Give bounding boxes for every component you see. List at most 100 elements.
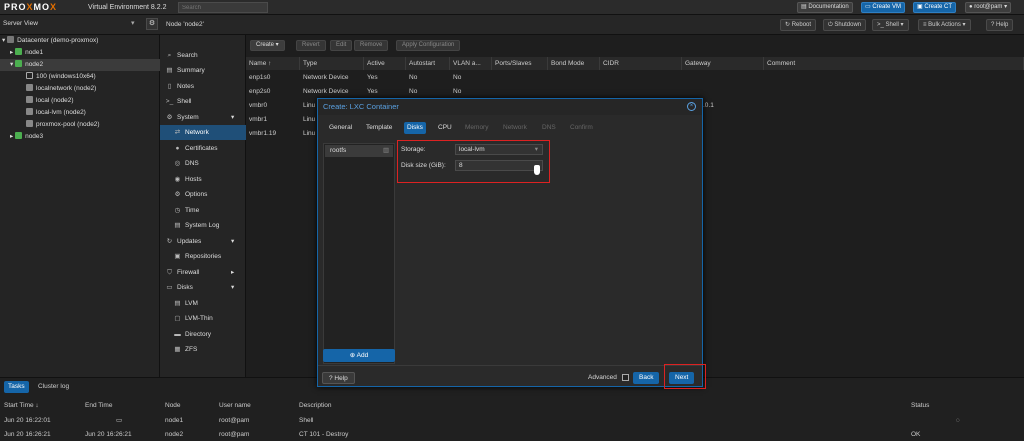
tab-cpu[interactable]: CPU <box>435 122 455 134</box>
apply-configuration-button[interactable]: Apply Configuration <box>396 40 461 51</box>
nav-item-time[interactable]: ◷ Time <box>160 203 246 218</box>
tree-item-local-lvm[interactable]: local-lvm (node2) <box>0 107 160 119</box>
nav-item-summary[interactable]: ▤ Summary <box>160 63 246 78</box>
user-menu-button[interactable]: ● root@pam ▾ <box>965 2 1012 13</box>
page-title: Node 'node2' <box>166 21 204 28</box>
highlight-box <box>664 364 706 389</box>
tree-item-localnetwork[interactable]: localnetwork (node2) <box>0 83 160 95</box>
nav-item-directory[interactable]: ▬ Directory <box>160 327 246 342</box>
repository-icon: ▣ <box>174 253 181 260</box>
documentation-button[interactable]: ▤ Documentation <box>797 2 853 13</box>
log-icon: ▤ <box>174 222 181 229</box>
tab-tasks[interactable]: Tasks <box>4 381 29 393</box>
tab-dns[interactable]: DNS <box>539 122 559 134</box>
nav-item-options[interactable]: ⚙ Options <box>160 187 246 202</box>
column-header[interactable]: VLAN a... <box>450 57 492 70</box>
dialog-title: Create: LXC Container <box>318 99 702 115</box>
nav-item-updates[interactable]: ↻ Updates ▾ <box>160 234 246 249</box>
help-button[interactable]: ? Help <box>322 372 355 384</box>
column-header[interactable]: Status <box>911 399 929 412</box>
chevron-down-icon: ▾ <box>960 22 966 28</box>
storage-select[interactable]: local-lvm ▾ <box>455 144 543 155</box>
nav-item-lvm[interactable]: ▤ LVM <box>160 296 246 311</box>
nav-item-dns[interactable]: ◎ DNS <box>160 156 246 171</box>
column-header[interactable]: Description <box>299 399 332 412</box>
gear-icon[interactable]: ⚙ <box>146 18 158 30</box>
column-header[interactable]: Autostart <box>406 57 450 70</box>
storage-icon <box>26 120 33 127</box>
tab-memory[interactable]: Memory <box>462 122 491 134</box>
column-header[interactable]: Active <box>364 57 406 70</box>
chevron-down-icon: ▾ <box>274 42 279 48</box>
tab-network[interactable]: Network <box>500 122 530 134</box>
nav-item-hosts[interactable]: ◉ Hosts <box>160 172 246 187</box>
nav-item-system-log[interactable]: ▤ System Log <box>160 218 246 233</box>
column-header[interactable]: Gateway <box>682 57 764 70</box>
advanced-label: Advanced <box>588 374 617 381</box>
clock-icon: ◷ <box>174 207 181 214</box>
network-icon <box>26 84 33 91</box>
tree-item-proxmox-pool[interactable]: proxmox-pool (node2) <box>0 119 160 131</box>
server-view-select[interactable]: Server View <box>3 20 38 27</box>
nav-item-certificates[interactable]: ● Certificates <box>160 141 246 156</box>
tree-item-node3[interactable]: ▸ node3 <box>0 131 160 143</box>
chevron-down-icon: ▾ <box>1002 4 1008 10</box>
tab-disks[interactable]: Disks <box>404 122 426 134</box>
dialog-footer: ? Help Advanced Back Next <box>318 364 706 389</box>
column-header[interactable]: Ports/Slaves <box>492 57 548 70</box>
nav-item-repositories[interactable]: ▣ Repositories <box>160 249 246 264</box>
column-header[interactable]: CIDR <box>600 57 682 70</box>
nav-item-search[interactable]: ⌕ Search <box>160 48 246 63</box>
tree-item-datacenter[interactable]: ▾ Datacenter (demo-proxmox) <box>0 35 160 47</box>
edit-button[interactable]: Edit <box>330 40 353 51</box>
updates-icon: ↻ <box>166 238 173 245</box>
column-header[interactable]: Node <box>165 399 181 412</box>
disk-item-rootfs[interactable]: rootfs ▥ <box>325 145 393 157</box>
tab-template[interactable]: Template <box>363 122 395 134</box>
tree-item-node2[interactable]: ▾ node2 <box>0 59 160 71</box>
bulk-actions-button[interactable]: ≡ Bulk Actions ▾ <box>918 19 971 31</box>
column-header[interactable]: Bond Mode <box>548 57 600 70</box>
nav-item-notes[interactable]: ▯ Notes <box>160 79 246 94</box>
advanced-checkbox[interactable] <box>622 374 629 381</box>
nav-item-system[interactable]: ⚙ System ▾ <box>160 110 246 125</box>
chevron-down-icon[interactable]: ▾ <box>131 19 135 27</box>
tab-general[interactable]: General <box>326 122 355 134</box>
revert-button[interactable]: Revert <box>296 40 326 51</box>
create-ct-button[interactable]: ▣ Create CT <box>913 2 957 13</box>
nav-item-lvm-thin[interactable]: ▢ LVM-Thin <box>160 311 246 326</box>
trash-icon[interactable]: ▥ <box>383 145 389 157</box>
close-icon[interactable]: × <box>687 102 696 111</box>
add-disk-button[interactable]: ⊕ Add <box>323 349 395 362</box>
back-button[interactable]: Back <box>633 372 660 384</box>
column-header[interactable]: Start Time ↓ <box>4 399 39 412</box>
tree-item-node1[interactable]: ▸ node1 <box>0 47 160 59</box>
create-button[interactable]: Create ▾ <box>250 40 285 51</box>
shutdown-button[interactable]: ⏻ Shutdown <box>823 19 867 31</box>
column-header[interactable]: Name ↑ <box>246 57 300 70</box>
tab-cluster-log[interactable]: Cluster log <box>34 381 73 393</box>
reboot-button[interactable]: ↻ Reboot <box>780 19 817 31</box>
column-header[interactable]: User name <box>219 399 251 412</box>
options-icon: ⚙ <box>174 191 181 198</box>
column-header[interactable]: End Time <box>85 399 112 412</box>
tab-confirm[interactable]: Confirm <box>567 122 596 134</box>
disk-size-label: Disk size (GiB): <box>401 162 446 169</box>
nav-item-shell[interactable]: >_ Shell <box>160 94 246 109</box>
search-input[interactable] <box>178 2 268 13</box>
remove-button[interactable]: Remove <box>354 40 389 51</box>
tree-item-vm-100[interactable]: 100 (windows10x64) <box>0 71 160 83</box>
nav-item-firewall[interactable]: ⛉ Firewall ▸ <box>160 265 246 280</box>
nav-item-network[interactable]: ⇄ Network <box>160 125 246 140</box>
column-header[interactable]: Comment <box>764 57 1024 70</box>
tree-item-local[interactable]: local (node2) <box>0 95 160 107</box>
product-version: Virtual Environment 8.2.2 <box>88 4 167 11</box>
help-button[interactable]: ? Help <box>986 19 1014 31</box>
shell-button[interactable]: >_ Shell ▾ <box>872 19 909 31</box>
chevron-right-icon: ▸ <box>231 269 235 276</box>
column-header[interactable]: Type <box>300 57 364 70</box>
nav-item-zfs[interactable]: ▦ ZFS <box>160 342 246 357</box>
nav-item-disks[interactable]: ▭ Disks ▾ <box>160 280 246 295</box>
create-vm-button[interactable]: ▭ Create VM <box>861 2 906 13</box>
disk-size-input[interactable]: 8 <box>455 160 543 171</box>
